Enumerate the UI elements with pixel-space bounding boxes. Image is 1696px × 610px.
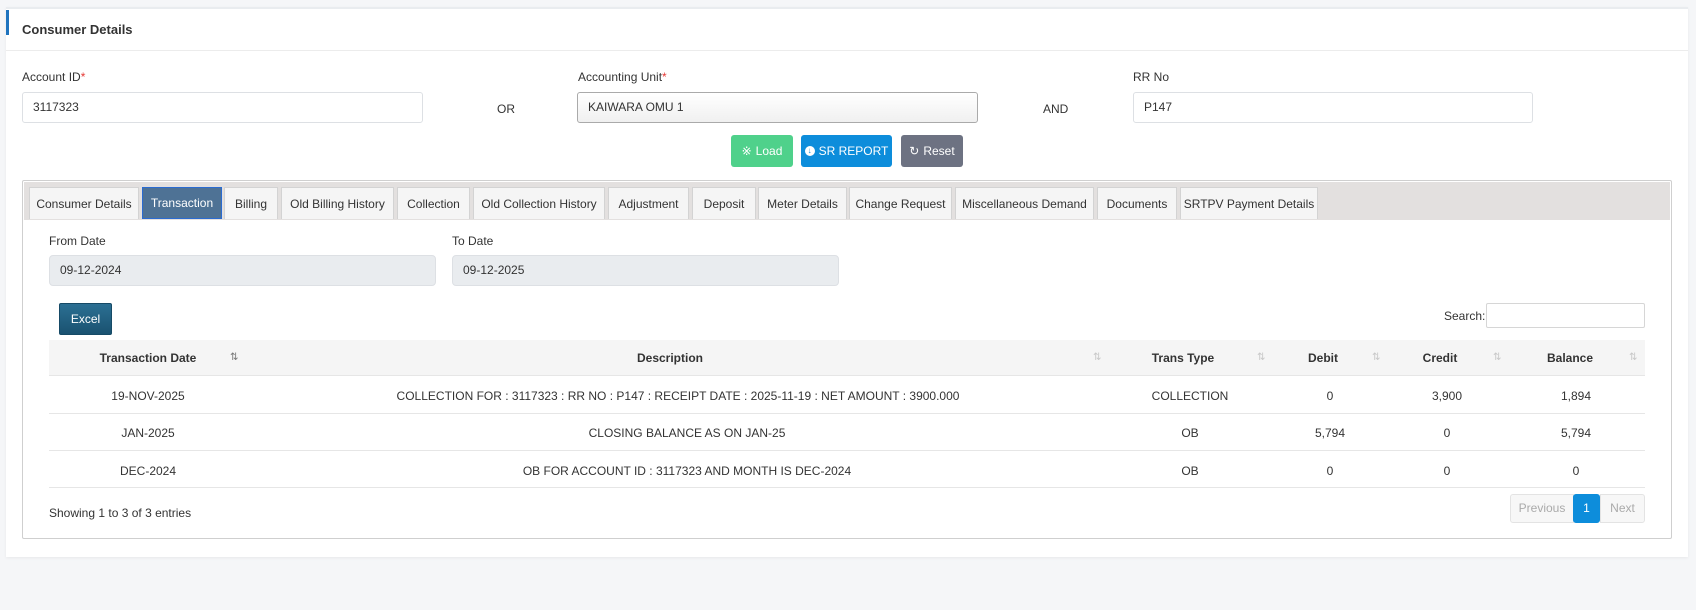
tab-documents[interactable]: Documents	[1097, 187, 1177, 219]
reset-label: Reset	[923, 144, 955, 158]
cell-credit: 0	[1443, 426, 1451, 440]
tab-adjustment[interactable]: Adjustment	[608, 187, 689, 219]
load-button[interactable]: ※ Load	[731, 135, 793, 167]
cell-description: COLLECTION FOR : 3117323 : RR NO : P147 …	[396, 389, 960, 403]
pagination-page-1[interactable]: 1	[1573, 494, 1600, 523]
table-info: Showing 1 to 3 of 3 entries	[49, 506, 192, 520]
refresh-icon: ↻	[909, 144, 920, 158]
tab-miscellaneous-demand[interactable]: Miscellaneous Demand	[955, 187, 1094, 219]
download-circle-icon: ↓	[804, 146, 815, 156]
search-label: Search:	[1444, 309, 1486, 323]
load-label: Load	[755, 144, 783, 158]
spinner-icon: ※	[741, 144, 752, 158]
cell-description: CLOSING BALANCE AS ON JAN-25	[588, 426, 786, 440]
cell-transaction-date: DEC-2024	[119, 464, 177, 478]
sort-icon[interactable]: ⇅	[1257, 352, 1265, 363]
tab-change-request[interactable]: Change Request	[849, 187, 952, 219]
accounting-unit-label: Accounting Unit*	[578, 70, 667, 84]
tab-consumer-details[interactable]: Consumer Details	[29, 187, 139, 219]
rr-no-input[interactable]: P147	[1133, 92, 1533, 123]
tab-meter-details[interactable]: Meter Details	[758, 187, 847, 219]
cell-credit: 0	[1443, 464, 1451, 478]
sort-icon[interactable]: ⇅	[1372, 352, 1380, 363]
panel-accent-bar	[6, 10, 9, 35]
tab-collection[interactable]: Collection	[397, 187, 470, 219]
cell-trans-type: OB	[1181, 464, 1199, 478]
sr-report-label: SR REPORT	[818, 144, 889, 158]
reset-button[interactable]: ↻ Reset	[901, 135, 963, 167]
pagination-previous[interactable]: Previous	[1510, 494, 1574, 523]
cell-balance: 1,894	[1560, 389, 1592, 403]
account-id-input[interactable]: 3117323	[22, 92, 423, 123]
col-header-debit[interactable]: Debit	[1283, 340, 1363, 376]
cell-credit: 3,900	[1431, 389, 1463, 403]
tab-billing[interactable]: Billing	[224, 187, 278, 219]
col-header-trans-type[interactable]: Trans Type	[1133, 340, 1233, 376]
sort-icon[interactable]: ⇅	[1093, 352, 1101, 363]
and-label: AND	[1043, 102, 1069, 116]
tab-transaction[interactable]: Transaction	[142, 187, 222, 219]
sort-icon[interactable]: ⇅	[1493, 352, 1501, 363]
to-date-input[interactable]: 09-12-2025	[452, 255, 839, 286]
cell-balance: 0	[1572, 464, 1580, 478]
cell-debit: 5,794	[1314, 426, 1346, 440]
accounting-unit-select[interactable]: KAIWARA OMU 1	[577, 92, 978, 123]
cell-debit: 0	[1326, 389, 1334, 403]
page-title: Consumer Details	[22, 22, 133, 37]
tab-srtpv-payment-details[interactable]: SRTPV Payment Details	[1180, 187, 1318, 219]
tab-old-collection-history[interactable]: Old Collection History	[473, 187, 605, 219]
sr-report-button[interactable]: ↓ SR REPORT	[801, 135, 892, 167]
cell-debit: 0	[1326, 464, 1334, 478]
cell-trans-type: OB	[1181, 426, 1199, 440]
col-header-balance[interactable]: Balance	[1530, 340, 1610, 376]
to-date-label: To Date	[452, 234, 494, 248]
sort-icon[interactable]: ⇅	[230, 352, 238, 363]
or-label: OR	[497, 102, 515, 116]
excel-export-button[interactable]: Excel	[59, 303, 112, 335]
cell-balance: 5,794	[1560, 426, 1592, 440]
col-header-credit[interactable]: Credit	[1400, 340, 1480, 376]
sort-icon[interactable]: ⇅	[1629, 352, 1637, 363]
search-input[interactable]	[1486, 303, 1645, 328]
cell-trans-type: COLLECTION	[1151, 389, 1229, 403]
tab-old-billing-history[interactable]: Old Billing History	[281, 187, 394, 219]
tab-deposit[interactable]: Deposit	[692, 187, 756, 219]
col-header-description[interactable]: Description	[570, 340, 770, 376]
cell-transaction-date: JAN-2025	[121, 426, 175, 440]
cell-transaction-date: 19-NOV-2025	[111, 389, 185, 403]
from-date-input[interactable]: 09-12-2024	[49, 255, 436, 286]
cell-description: OB FOR ACCOUNT ID : 3117323 AND MONTH IS…	[522, 464, 852, 478]
from-date-label: From Date	[49, 234, 106, 248]
pagination-next[interactable]: Next	[1600, 494, 1645, 523]
col-header-transaction-date[interactable]: Transaction Date	[80, 340, 216, 376]
header-divider	[6, 50, 1688, 51]
account-id-label: Account ID*	[22, 70, 86, 84]
table-row	[49, 414, 1645, 451]
rr-no-label: RR No	[1133, 70, 1170, 84]
